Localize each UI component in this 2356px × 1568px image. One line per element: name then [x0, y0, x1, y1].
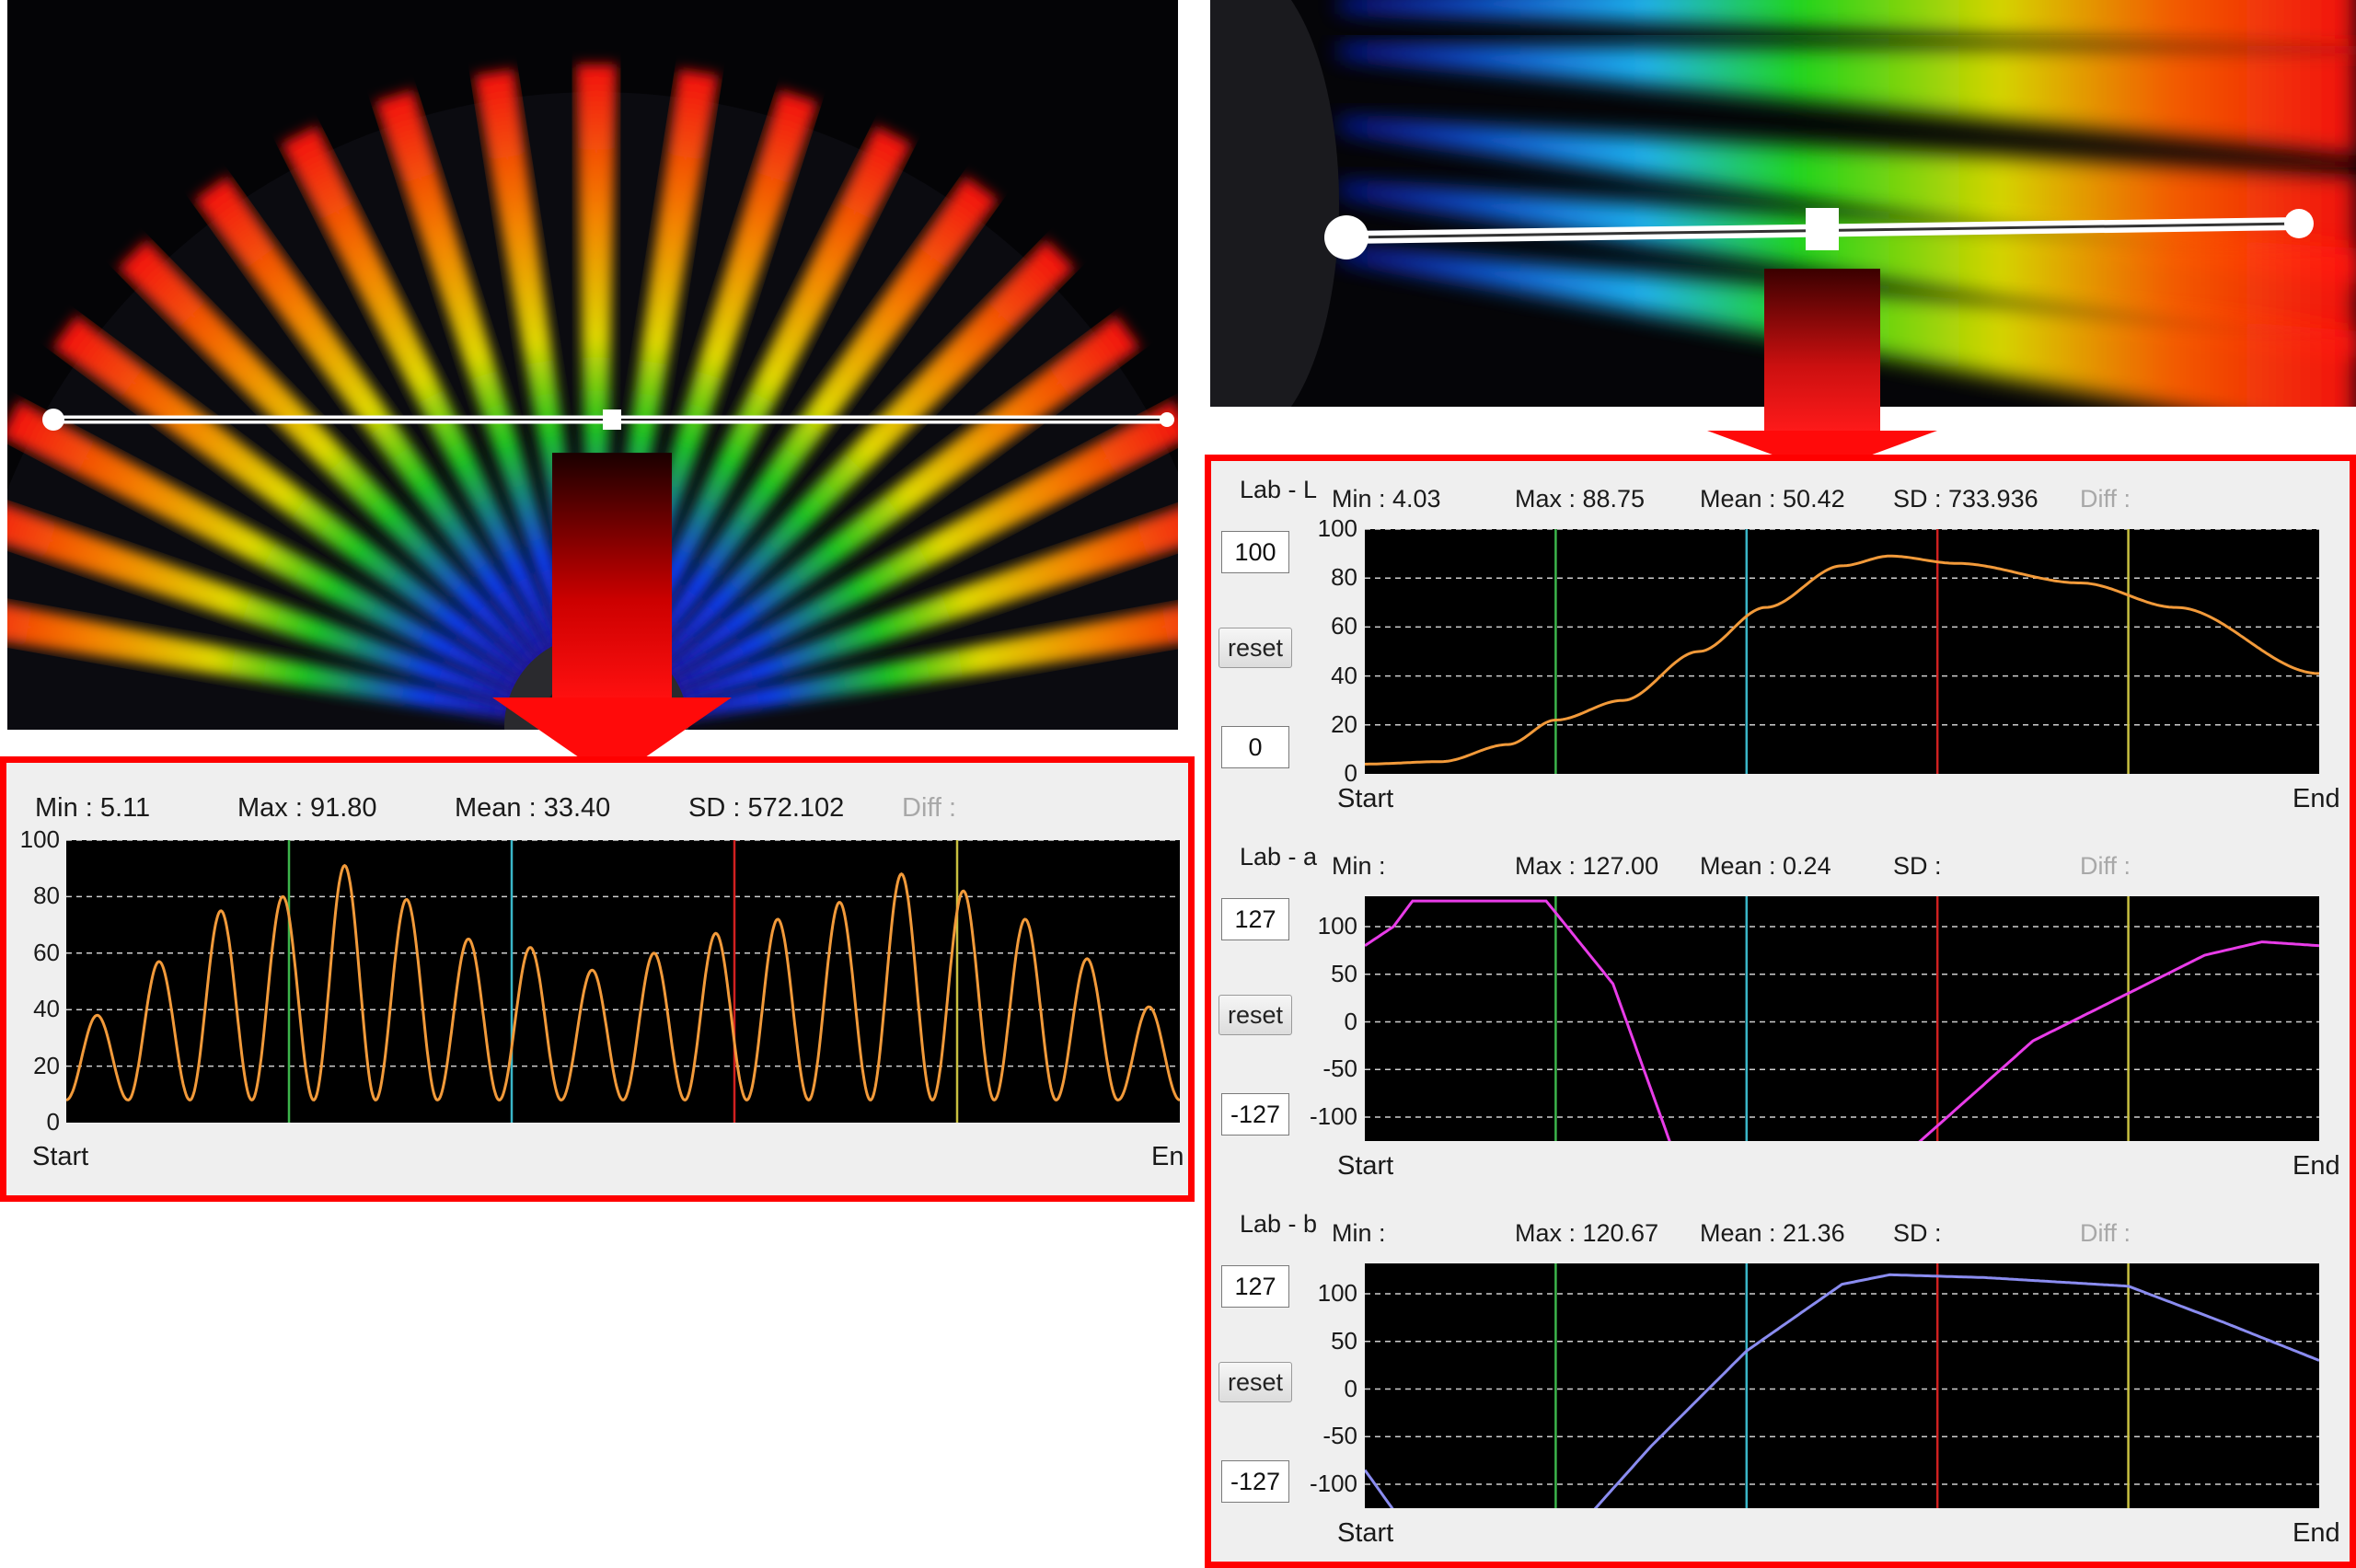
line-start-handle[interactable]	[1324, 215, 1369, 259]
y-max-input[interactable]: 100	[1221, 531, 1289, 573]
y-tick-label: 40	[33, 995, 60, 1023]
stat-mean: Mean : 33.40	[455, 793, 611, 823]
stat-max: Max : 127.00	[1515, 852, 1659, 880]
y-tick-label: 0	[1344, 1007, 1357, 1035]
x-start-label: Start	[1337, 784, 1394, 813]
y-tick-label: 100	[1317, 1279, 1357, 1307]
y-tick-label: 80	[33, 882, 60, 910]
x-start-label: Start	[1337, 1151, 1394, 1181]
lab-b-plot[interactable]	[1365, 1263, 2319, 1508]
y-max-input[interactable]: 127	[1221, 898, 1289, 940]
y-tick-label: 80	[1331, 563, 1357, 592]
stat-sd: SD : 733.936	[1893, 485, 2038, 513]
channel-label: Lab - b	[1240, 1210, 1318, 1238]
stat-max: Max : 88.75	[1515, 485, 1646, 513]
stat-sd: SD :	[1893, 1219, 1942, 1247]
stat-mean: Mean : 50.42	[1700, 485, 1845, 513]
y-tick-label: -100	[1309, 1102, 1357, 1130]
profile-plot[interactable]	[66, 840, 1180, 1123]
y-tick-label: 0	[1344, 1374, 1357, 1402]
y-tick-label: 0	[46, 1108, 60, 1136]
channel-label: Lab - L	[1240, 476, 1318, 503]
stat-diff: Diff :	[902, 793, 957, 823]
lab-l-plot[interactable]	[1365, 529, 2319, 774]
line-start-handle[interactable]	[42, 409, 64, 431]
lab-a-plot[interactable]	[1365, 896, 2319, 1141]
x-start-label: Start	[32, 1142, 89, 1171]
reset-button[interactable]: reset	[1218, 628, 1292, 668]
y-tick-label: 50	[1331, 1326, 1357, 1355]
y-max-input[interactable]: 127	[1221, 1265, 1289, 1308]
line-end-handle[interactable]	[2284, 209, 2314, 238]
arrow-down-icon	[492, 453, 732, 780]
x-start-label: Start	[1337, 1518, 1394, 1548]
profile-graph-panel: Min : 5.11 Max : 91.80 Mean : 33.40 SD :…	[0, 756, 1195, 1202]
x-end-label: En	[1151, 1142, 1184, 1171]
y-min-input[interactable]: 0	[1221, 726, 1289, 768]
stat-diff: Diff :	[2080, 485, 2131, 513]
stat-min: Min :	[1332, 1219, 1386, 1247]
x-end-label: End	[2292, 1518, 2340, 1548]
y-tick-label: 100	[1317, 912, 1357, 940]
line-end-handle[interactable]	[1160, 412, 1174, 427]
stat-max: Max : 120.67	[1515, 1219, 1659, 1247]
reset-button[interactable]: reset	[1218, 1362, 1292, 1402]
y-tick-label: 20	[33, 1051, 60, 1079]
y-tick-label: 20	[1331, 709, 1357, 738]
stat-min: Min : 5.11	[35, 793, 151, 823]
stat-min: Min :	[1332, 852, 1386, 880]
y-tick-label: -50	[1322, 1055, 1357, 1083]
x-end-label: End	[2292, 784, 2340, 813]
y-tick-label: 50	[1331, 959, 1357, 987]
stat-diff: Diff :	[2080, 852, 2131, 880]
stat-min: Min : 4.03	[1332, 485, 1441, 513]
stat-sd: SD : 572.102	[688, 793, 845, 823]
stat-mean: Mean : 0.24	[1700, 852, 1831, 880]
y-tick-label: 100	[1317, 514, 1357, 542]
y-tick-label: 60	[1331, 612, 1357, 640]
y-tick-label: -100	[1309, 1470, 1357, 1497]
stat-mean: Mean : 21.36	[1700, 1219, 1845, 1247]
line-mid-handle[interactable]	[1806, 208, 1839, 250]
y-min-input[interactable]: -127	[1221, 1460, 1289, 1503]
stat-diff: Diff :	[2080, 1219, 2131, 1247]
y-tick-label: 100	[19, 825, 60, 853]
y-min-input[interactable]: -127	[1221, 1093, 1289, 1136]
lab-graph-panel: Lab - L Min : 4.03 Max : 88.75 Mean : 50…	[1205, 455, 2356, 1568]
stat-max: Max : 91.80	[237, 793, 377, 823]
arrow-down-icon	[1707, 269, 1937, 473]
y-tick-label: 40	[1331, 661, 1357, 689]
y-tick-label: 60	[33, 938, 60, 966]
line-mid-handle[interactable]	[603, 409, 621, 430]
stat-sd: SD :	[1893, 852, 1942, 880]
y-tick-label: -50	[1322, 1422, 1357, 1450]
channel-label: Lab - a	[1240, 843, 1318, 870]
reset-button[interactable]: reset	[1218, 995, 1292, 1035]
x-end-label: End	[2292, 1151, 2340, 1181]
